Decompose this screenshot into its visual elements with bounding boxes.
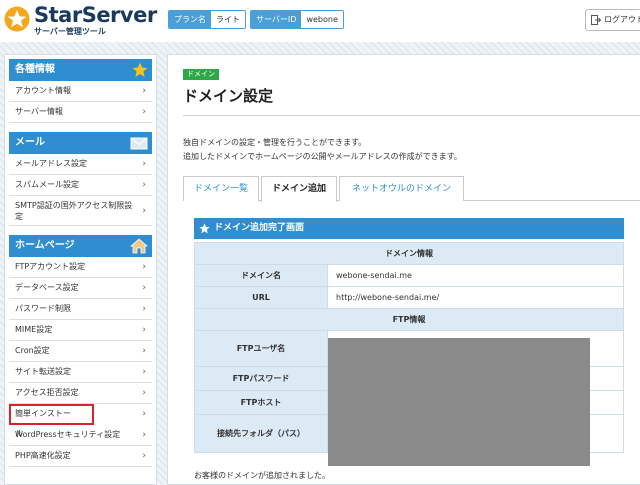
server-id-label: サーバーID [251, 11, 302, 28]
plan-label: プラン名 [169, 11, 211, 28]
chevron-right-icon: › [142, 430, 146, 440]
chevron-right-icon: › [142, 346, 146, 356]
table-row: URL http://webone-sendai.me/ [194, 286, 624, 309]
description-line-2: 追加したドメインでホームページの公開やメールアドレスの作成ができます。 [183, 152, 462, 161]
chevron-right-icon: › [142, 304, 146, 314]
sidebar-item-site-redirect[interactable]: サイト転送設定 › [9, 362, 152, 383]
logout-label: ログアウト [604, 15, 640, 24]
sidebar-item-wordpress-security[interactable]: WordPressセキュリティ設定 › [9, 425, 152, 446]
sidebar: 各種情報 アカウント情報 › サーバー情報 › メール メールアドレス設定 › スパム… [4, 54, 157, 485]
domain-name-value: webone-sendai.me [327, 264, 624, 287]
chevron-right-icon: › [142, 86, 146, 96]
sidebar-item-ftp-account[interactable]: FTPアカウント設定 › [9, 257, 152, 278]
ftp-user-label: FTPユーザ名 [194, 330, 328, 367]
chevron-right-icon: › [142, 180, 146, 190]
server-id-badge: サーバーID webone [250, 10, 344, 29]
sidebar-section-mail: メール [9, 132, 152, 154]
sidebar-item-database[interactable]: データベース設定 › [9, 278, 152, 299]
chevron-right-icon: › [142, 325, 146, 335]
chevron-right-icon: › [142, 159, 146, 169]
sidebar-item-smtp-restriction[interactable]: SMTP認証の国外アクセス制限設定 › [9, 196, 152, 226]
section-title: 各種情報 [15, 64, 55, 75]
folder-label: 接続先フォルダ（パス） [194, 414, 328, 453]
logo-subtitle: サーバー管理ツール [34, 27, 106, 36]
sidebar-section-info: 各種情報 [9, 59, 152, 81]
url-value: http://webone-sendai.me/ [327, 286, 624, 309]
plan-value: ライト [211, 11, 245, 28]
main-panel: ドメイン ドメイン設定 独自ドメインの設定・管理を行うことができます。 追加した… [167, 54, 640, 485]
sidebar-item-access-deny[interactable]: アクセス拒否設定 › [9, 383, 152, 404]
table-row: ドメイン名 webone-sendai.me [194, 264, 624, 287]
title-divider [183, 115, 640, 116]
ftp-info-caption: FTP情報 [194, 308, 624, 331]
tab-bar: ドメイン一覧 ドメイン追加 ネットオウルのドメイン [183, 176, 640, 202]
sidebar-item-spam-mail[interactable]: スパムメール設定 › [9, 175, 152, 196]
chevron-right-icon: › [142, 205, 146, 216]
result-box-header: ドメイン追加完了画面 [194, 218, 624, 239]
chevron-right-icon: › [142, 107, 146, 117]
chevron-right-icon: › [142, 409, 146, 419]
table-row: ドメイン情報 [194, 242, 624, 265]
tab-domain-add[interactable]: ドメイン追加 [261, 176, 337, 202]
sidebar-item-password-restriction[interactable]: パスワード制限 › [9, 299, 152, 320]
category-tag: ドメイン [183, 69, 219, 80]
logout-button[interactable]: ログアウト [585, 9, 640, 31]
star-icon [132, 62, 148, 77]
logo-text: StarServer [34, 3, 157, 27]
starserver-logo[interactable]: StarServer サーバー管理ツール [4, 3, 157, 38]
url-label: URL [194, 286, 328, 309]
table-row: FTP情報 [194, 308, 624, 331]
redacted-credentials [328, 338, 590, 466]
server-id-value: webone [301, 11, 343, 28]
sidebar-item-account-info[interactable]: アカウント情報 › [9, 81, 152, 102]
chevron-right-icon: › [142, 367, 146, 377]
home-icon [130, 238, 148, 254]
ftp-password-label: FTPパスワード [194, 366, 328, 391]
sidebar-section-homepage: ホームページ [9, 235, 152, 257]
sidebar-item-easy-install[interactable]: 簡単インストール › [9, 404, 146, 438]
top-header: StarServer サーバー管理ツール プラン名 ライト サーバーID web… [0, 0, 640, 42]
sidebar-item-mime[interactable]: MIME設定 › [9, 320, 152, 341]
ftp-host-label: FTPホスト [194, 390, 328, 415]
logo-star-icon [4, 6, 30, 32]
tab-domain-list[interactable]: ドメイン一覧 [183, 176, 259, 201]
sidebar-item-cron[interactable]: Cron設定 › [9, 341, 152, 362]
section-title: メール [15, 137, 45, 148]
chevron-right-icon: › [142, 388, 146, 398]
plan-badge: プラン名 ライト [168, 10, 246, 29]
sidebar-item-mail-address[interactable]: メールアドレス設定 › [9, 154, 152, 175]
domain-info-caption: ドメイン情報 [194, 242, 624, 265]
sidebar-item-php-acceleration[interactable]: PHP高速化設定 › [9, 446, 152, 467]
logout-icon [591, 15, 601, 25]
sidebar-item-server-info[interactable]: サーバー情報 › [9, 102, 152, 123]
envelope-icon [130, 137, 148, 150]
completion-message: お客様のドメインが追加されました。 [194, 471, 330, 480]
chevron-right-icon: › [142, 262, 146, 272]
chevron-right-icon: › [142, 451, 146, 461]
page-title: ドメイン設定 [183, 87, 274, 105]
section-title: ホームページ [15, 240, 75, 251]
tab-netowl-domain[interactable]: ネットオウルのドメイン [339, 176, 464, 201]
result-box-title: ドメイン追加完了画面 [214, 223, 305, 233]
star-icon [199, 223, 210, 234]
description-line-1: 独自ドメインの設定・管理を行うことができます。 [183, 138, 367, 147]
chevron-right-icon: › [142, 283, 146, 293]
domain-name-label: ドメイン名 [194, 264, 328, 287]
